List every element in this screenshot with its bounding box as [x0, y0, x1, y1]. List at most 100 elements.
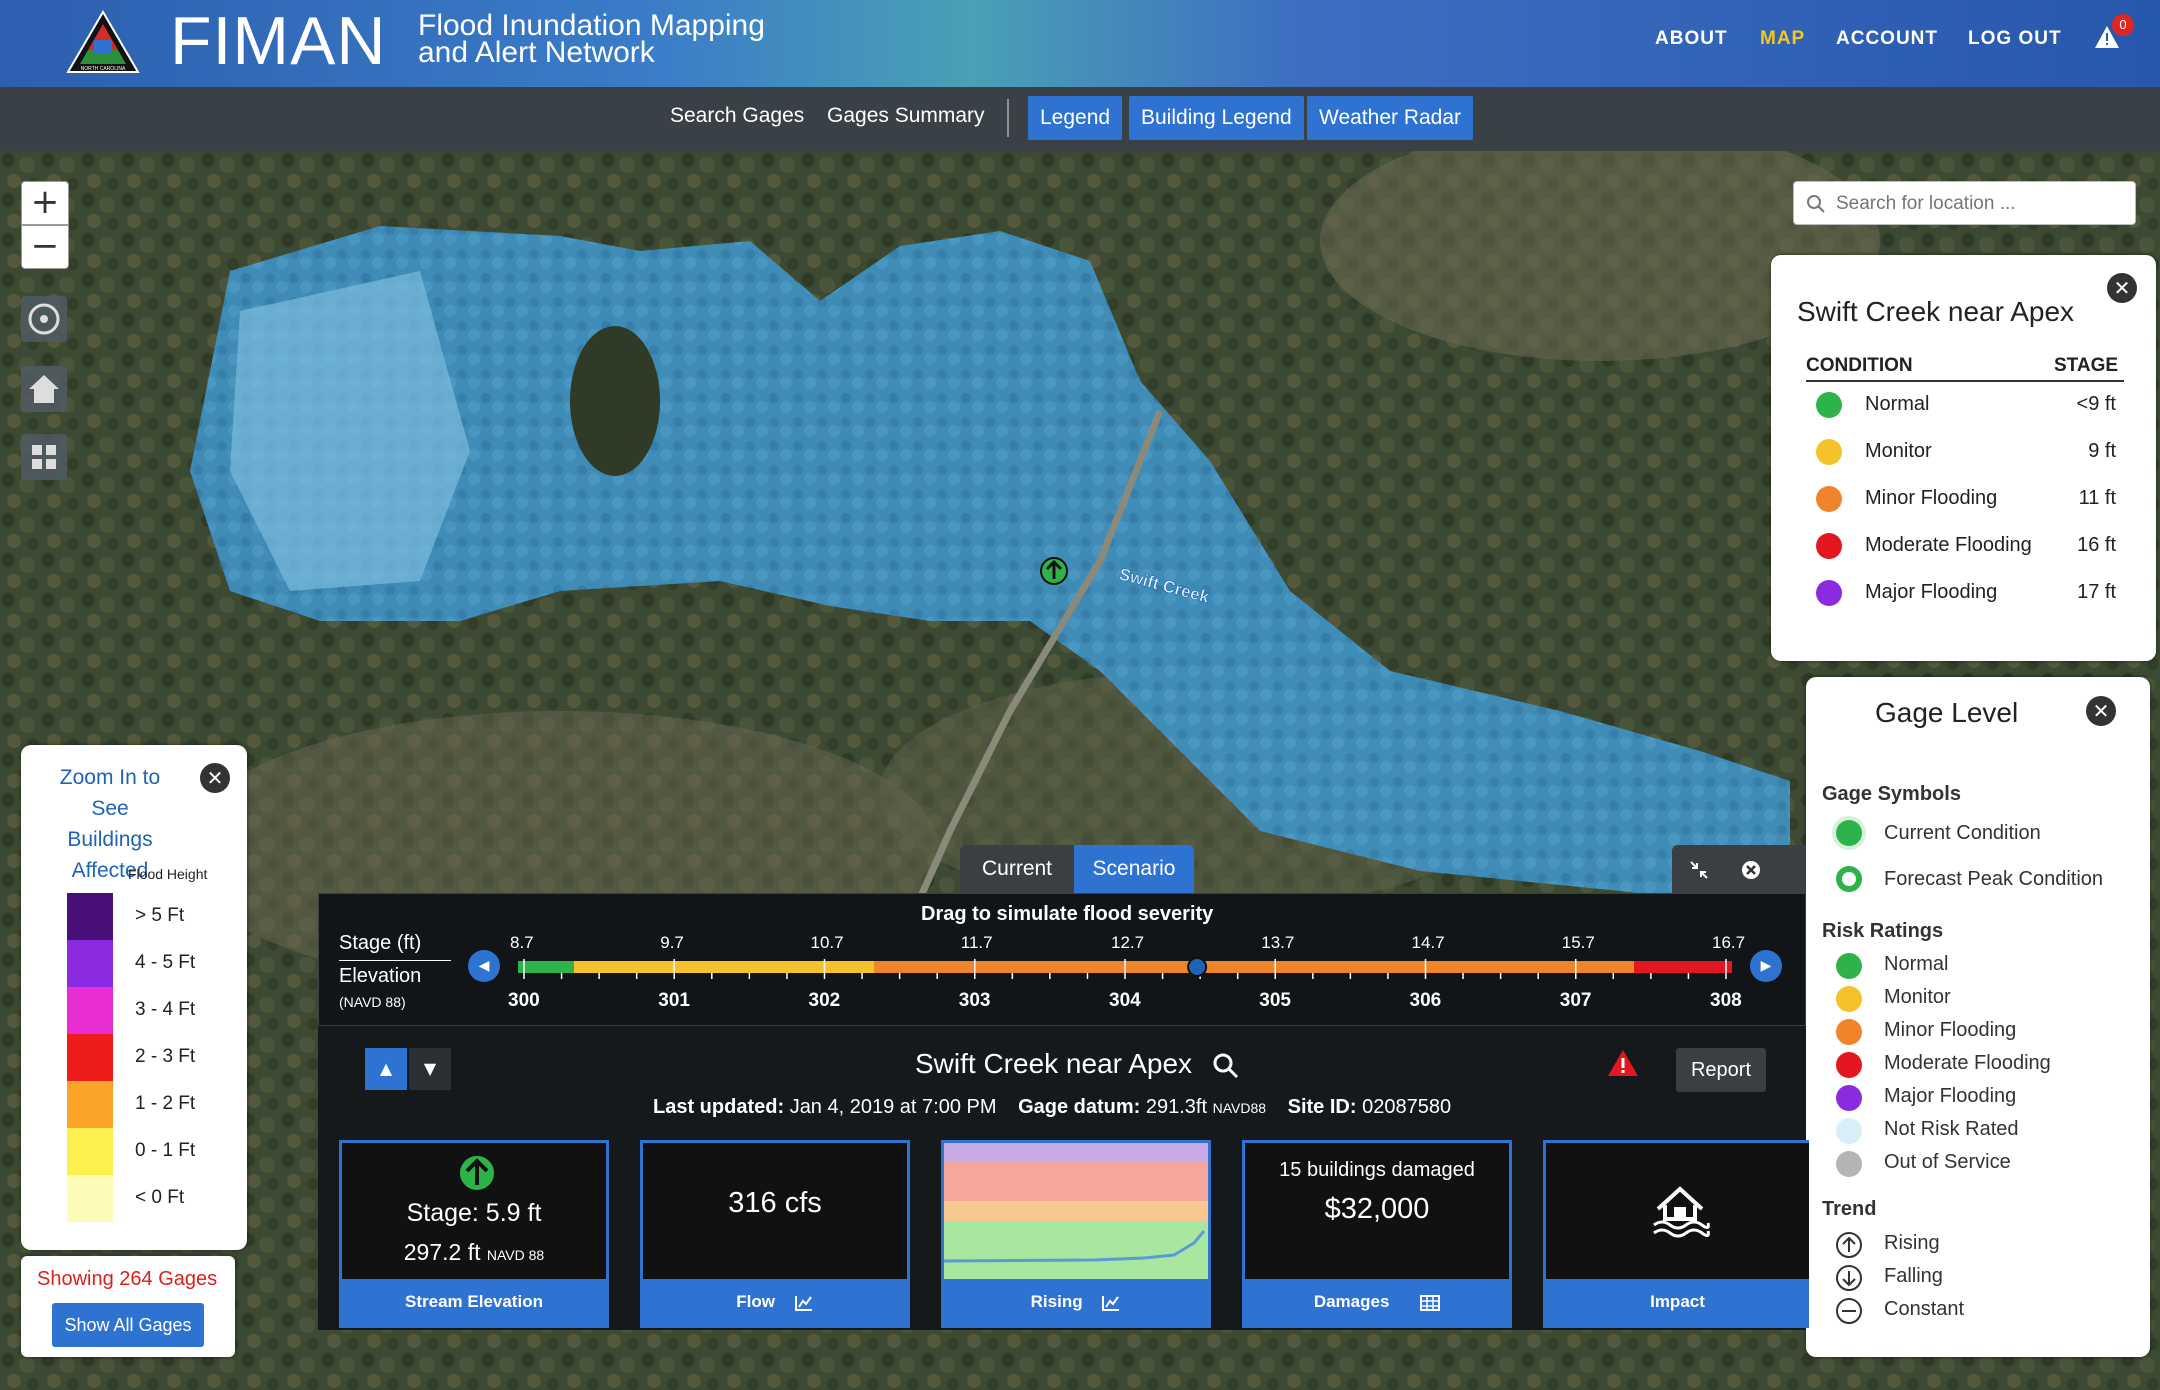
- flood-height-label: 3 - 4 Ft: [135, 999, 196, 1020]
- showing-gages-count: Showing 264 Gages: [37, 1268, 218, 1290]
- expand-up-button[interactable]: ▲: [365, 1048, 407, 1090]
- stage-tick-label: 10.7: [810, 933, 844, 952]
- last-updated-value: Jan 4, 2019 at 7:00 PM: [789, 1096, 997, 1118]
- slider-left-button[interactable]: ◀: [468, 950, 500, 982]
- flood-height-label: < 0 Ft: [135, 1187, 185, 1208]
- condition-label: Moderate Flooding: [1865, 534, 2032, 556]
- slider-right-button[interactable]: ▶: [1750, 950, 1782, 982]
- close-icon[interactable]: ✕: [200, 763, 230, 793]
- rising-arrow-icon: [458, 1154, 496, 1192]
- site-id-label: Site ID:: [1287, 1096, 1357, 1118]
- search-input[interactable]: [1836, 190, 2126, 218]
- damage-count: 15 buildings damaged: [1279, 1159, 1475, 1181]
- flow-value: 316 cfs: [728, 1187, 822, 1219]
- show-all-gages-button[interactable]: Show All Gages: [52, 1303, 204, 1347]
- scenario-title: Drag to simulate flood severity: [921, 903, 1214, 925]
- table-icon: [1420, 1294, 1441, 1311]
- brand-subtitle-line1: Flood Inundation Mapping: [418, 9, 765, 42]
- zoom-out-button[interactable]: −: [21, 225, 69, 269]
- nav-map[interactable]: MAP: [1760, 28, 1805, 50]
- condition-dot-icon: [1816, 392, 1842, 418]
- alert-count-badge[interactable]: 0: [2112, 14, 2134, 36]
- collapse-icon[interactable]: [1688, 859, 1710, 881]
- risk-label: Not Risk Rated: [1884, 1118, 2019, 1140]
- elevation-unit: (NAVD 88): [339, 994, 406, 1010]
- slider-thumb[interactable]: [1187, 957, 1208, 977]
- zoom-text-line2: See: [91, 797, 129, 820]
- close-icon[interactable]: ✕: [2107, 273, 2137, 303]
- flood-height-swatch: [67, 987, 113, 1034]
- condition-label: Normal: [1865, 393, 1930, 415]
- flood-height-label: 2 - 3 Ft: [135, 1046, 196, 1067]
- nav-logout[interactable]: LOG OUT: [1968, 28, 2062, 50]
- damages-footer: Damages: [1245, 1279, 1509, 1325]
- forecast-peak-label: Forecast Peak Condition: [1884, 868, 2104, 890]
- trend-heading: Trend: [1822, 1198, 1877, 1220]
- zoom-text-line1: Zoom In to: [59, 766, 161, 789]
- risk-ratings-heading: Risk Ratings: [1822, 920, 1944, 942]
- fiman-logo-icon[interactable]: NORTH CAROLINA: [66, 10, 140, 74]
- location-search[interactable]: [1793, 181, 2136, 225]
- tab-current[interactable]: Current: [960, 845, 1074, 893]
- flood-height-swatch: [67, 1128, 113, 1175]
- rising-trend-icon: [1836, 1232, 1862, 1258]
- flood-height-label: 4 - 5 Ft: [135, 952, 196, 973]
- condition-dot-icon: [1816, 533, 1842, 559]
- brand-subtitle: Flood Inundation Mapping and Alert Netwo…: [418, 9, 765, 68]
- flow-card[interactable]: 316 cfs Flow: [640, 1140, 910, 1328]
- search-gages-link[interactable]: Search Gages: [670, 104, 804, 128]
- stage-tick-label: 13.7: [1261, 933, 1295, 952]
- warning-icon[interactable]: [1606, 1048, 1640, 1078]
- trend-footer: Rising: [944, 1279, 1208, 1325]
- damages-label: Damages: [1313, 1292, 1390, 1311]
- damages-card[interactable]: 15 buildings damaged $32,000 Damages: [1242, 1140, 1512, 1328]
- tab-scenario[interactable]: Scenario: [1074, 845, 1194, 893]
- stage-value: 16 ft: [2077, 534, 2116, 556]
- elevation-tick-label: 307: [1559, 990, 1592, 1011]
- zoom-in-button[interactable]: +: [21, 181, 69, 225]
- elevation-tick-label: 306: [1409, 990, 1442, 1011]
- elevation-value: 297.2 ft NAVD 88: [342, 1239, 606, 1266]
- impact-card[interactable]: Impact: [1543, 1140, 1809, 1328]
- home-icon[interactable]: [21, 366, 67, 412]
- search-icon: [1807, 195, 1825, 213]
- risk-label: Out of Service: [1884, 1151, 2011, 1173]
- close-icon[interactable]: ✕: [2086, 696, 2116, 726]
- datum-label: Gage datum:: [1018, 1096, 1141, 1118]
- panel-controls: [1672, 845, 1806, 893]
- elevation-axis-label: Elevation: [339, 965, 422, 987]
- info-title: Swift Creek near Apex: [915, 1048, 1193, 1079]
- nav-about[interactable]: ABOUT: [1655, 28, 1728, 50]
- trend-label: Rising: [1030, 1292, 1083, 1311]
- stage-tick-label: 9.7: [660, 933, 684, 952]
- trend-card[interactable]: Rising: [941, 1140, 1211, 1328]
- gage-level-title: Gage Level: [1875, 697, 2019, 728]
- nav-account[interactable]: ACCOUNT: [1836, 28, 1938, 50]
- stream-elevation-card[interactable]: Stage: 5.9 ft 297.2 ft NAVD 88 Stream El…: [339, 1140, 609, 1328]
- risk-label: Normal: [1884, 953, 1949, 975]
- current-condition-label: Current Condition: [1884, 822, 2041, 844]
- locate-icon[interactable]: [21, 296, 67, 342]
- search-icon[interactable]: [1212, 1052, 1240, 1080]
- close-icon[interactable]: [1740, 859, 1762, 881]
- building-legend-button[interactable]: Building Legend: [1129, 96, 1304, 140]
- risk-label: Moderate Flooding: [1884, 1052, 2051, 1074]
- risk-dot-icon: [1836, 1085, 1862, 1111]
- weather-radar-button[interactable]: Weather Radar: [1307, 96, 1474, 140]
- svg-text:NORTH CAROLINA: NORTH CAROLINA: [81, 66, 126, 72]
- report-button[interactable]: Report: [1676, 1048, 1766, 1092]
- flood-severity-slider[interactable]: [518, 955, 1732, 985]
- trend-sparkline: [944, 1143, 1208, 1279]
- basemap-grid-icon[interactable]: [21, 434, 67, 480]
- impact-label: Impact: [1546, 1279, 1809, 1325]
- elevation-number: 297.2 ft: [403, 1239, 481, 1265]
- flow-label: Flow: [736, 1292, 775, 1311]
- gages-summary-link[interactable]: Gages Summary: [827, 104, 985, 128]
- flood-height-swatch: [67, 1034, 113, 1081]
- collapse-down-button[interactable]: ▼: [409, 1048, 451, 1090]
- flood-height-swatch: [67, 1175, 113, 1222]
- risk-dot-icon: [1836, 1118, 1862, 1144]
- risk-label: Minor Flooding: [1884, 1019, 2017, 1041]
- legend-button[interactable]: Legend: [1028, 96, 1123, 140]
- flood-height-swatch: [67, 940, 113, 987]
